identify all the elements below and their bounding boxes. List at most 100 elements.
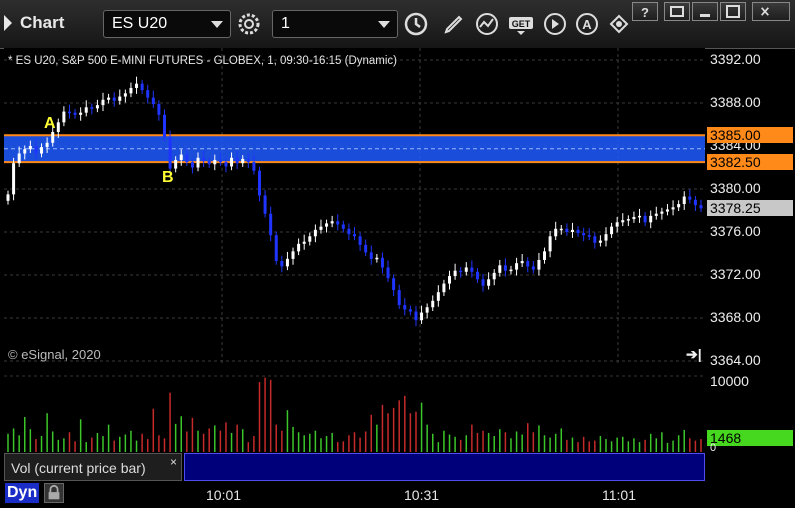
price-bar-body — [129, 87, 133, 94]
price-bar-body — [353, 234, 356, 237]
price-bar-body — [693, 199, 697, 206]
price-bar-body — [593, 236, 597, 243]
price-bar-body — [162, 114, 166, 138]
price-bar-body — [431, 300, 435, 308]
svg-text:GET: GET — [512, 19, 531, 29]
price-bar-body — [470, 267, 474, 272]
indicator-pane-label[interactable]: Vol (current price bar) — [4, 453, 182, 481]
price-bar-body — [531, 266, 535, 270]
price-bar-body — [598, 240, 602, 243]
interval-combo[interactable]: 1 — [272, 10, 398, 38]
price-bar-body — [285, 258, 289, 267]
price-bar-body — [330, 221, 334, 224]
price-bar-body — [207, 161, 211, 165]
price-bar-body — [90, 107, 94, 109]
price-bar-body — [67, 111, 71, 114]
price-bar-body — [280, 261, 284, 267]
chart-app-icon — [4, 15, 12, 31]
price-bar-body — [179, 154, 183, 160]
price-bar-body — [157, 104, 161, 115]
price-bar-body — [392, 278, 396, 291]
price-bar-body — [308, 236, 312, 242]
price-bar-body — [190, 162, 194, 168]
price-bar-body — [274, 235, 278, 262]
volume-axis-zero: 0 — [710, 442, 717, 454]
price-bar-body — [269, 213, 273, 236]
price-bar-body — [364, 244, 368, 253]
volume-last-tag: 1468 — [707, 430, 793, 446]
scroll-to-end-icon[interactable]: ➔| — [686, 346, 702, 363]
svg-text:?: ? — [641, 5, 649, 20]
upper-line-price-tag: 3385.00 — [707, 127, 793, 144]
price-bar-body — [610, 226, 614, 235]
close-button[interactable] — [752, 2, 790, 21]
price-bar-body — [515, 263, 519, 270]
price-bar-body — [168, 137, 172, 169]
price-axis-label: 3376.00 — [710, 223, 761, 239]
price-axis-label: 3380.00 — [710, 180, 761, 196]
symbol-value: ES U20 — [112, 15, 168, 32]
indicator-name: Vol (current price bar) — [11, 460, 146, 476]
link-settings-icon[interactable] — [605, 10, 633, 38]
price-bar-body — [699, 205, 703, 209]
pencil-draw-icon[interactable] — [440, 10, 468, 38]
price-bar-body — [665, 209, 669, 212]
dynamic-mode-button[interactable]: Dyn — [5, 483, 40, 503]
price-bar-body — [185, 154, 189, 163]
price-bar-body — [475, 271, 479, 280]
price-bar-body — [526, 261, 530, 267]
indicator-pane-bar[interactable] — [184, 453, 705, 481]
price-bar-body — [509, 269, 513, 272]
volume-chart-svg — [4, 375, 705, 452]
price-bar-body — [425, 307, 429, 313]
price-axis-label: 3392.00 — [710, 51, 761, 67]
study-line-icon[interactable] — [473, 10, 501, 38]
price-bar-body — [213, 159, 217, 165]
annotation-b: B — [162, 169, 174, 186]
chevron-down-icon[interactable] — [378, 21, 390, 28]
price-bar-body — [615, 222, 619, 227]
price-bar-body — [174, 159, 178, 169]
price-bar-body — [632, 216, 636, 220]
price-bar-body — [263, 195, 267, 214]
price-bar-body — [660, 211, 664, 214]
price-bar-body — [649, 215, 653, 223]
clock-icon[interactable] — [402, 10, 430, 38]
price-bar-body — [587, 235, 591, 237]
price-bar-body — [453, 270, 457, 277]
help-button[interactable]: ? — [632, 2, 658, 21]
price-chart-svg[interactable]: AB — [4, 48, 705, 365]
price-bar-body — [297, 243, 301, 252]
price-bar-body — [643, 215, 647, 223]
lock-icon[interactable] — [44, 483, 64, 503]
restore-button[interactable] — [664, 2, 690, 21]
volume-pane[interactable] — [4, 368, 705, 452]
symbol-combo[interactable]: ES U20 — [103, 10, 231, 38]
price-bar-body — [235, 157, 239, 164]
close-icon[interactable]: × — [170, 455, 177, 469]
price-bar-body — [386, 267, 390, 279]
lower-line-price-tag: 3382.50 — [707, 154, 793, 171]
price-bar-body — [677, 204, 681, 208]
price-bar-body — [336, 221, 340, 225]
price-bar-body — [537, 259, 541, 270]
price-bar-body — [291, 251, 295, 259]
minimize-button[interactable] — [692, 2, 718, 21]
maximize-button[interactable] — [720, 2, 746, 21]
price-bar-body — [140, 83, 144, 91]
alert-icon[interactable]: A — [573, 10, 601, 38]
price-bar-body — [241, 158, 245, 164]
price-bar-body — [682, 196, 686, 205]
price-bar-body — [420, 312, 424, 321]
time-axis[interactable] — [0, 481, 795, 508]
price-chart-pane[interactable]: AB — [4, 48, 705, 365]
price-axis-label: 3364.00 — [710, 352, 761, 368]
price-bar-body — [230, 157, 234, 167]
symbol-settings-gear-icon[interactable] — [235, 10, 263, 38]
price-bar-body — [23, 149, 27, 154]
price-bar-body — [73, 112, 77, 115]
play-replay-icon[interactable] — [541, 10, 569, 38]
price-bar-body — [95, 105, 99, 109]
chevron-down-icon[interactable] — [211, 21, 223, 28]
get-data-icon[interactable]: GET — [507, 10, 535, 38]
